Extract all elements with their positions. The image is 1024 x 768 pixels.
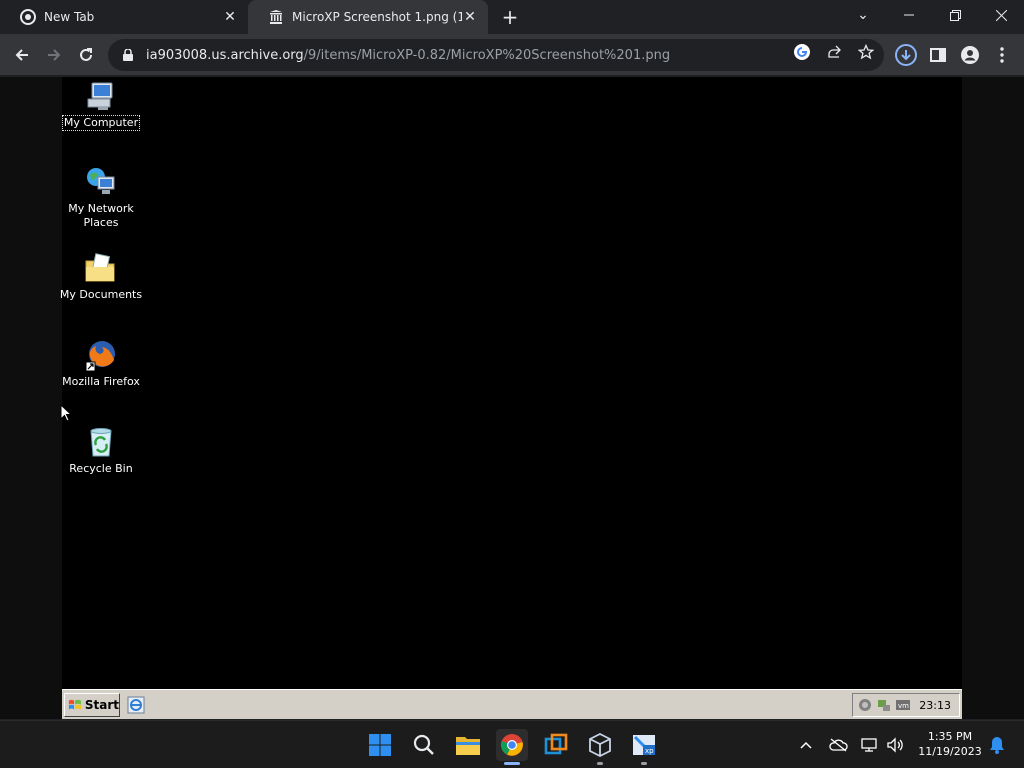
new-tab-button[interactable]: + [498, 5, 522, 29]
download-icon[interactable] [893, 42, 919, 68]
start-windows-logo-icon[interactable] [364, 729, 396, 761]
xp-start-label: Start [84, 698, 119, 712]
desktop-icon-recycle-bin[interactable]: Recycle Bin [56, 425, 146, 476]
lock-icon[interactable] [120, 47, 136, 63]
firefox-icon [85, 341, 115, 372]
my-documents-folder-icon [85, 253, 115, 282]
url-text: ia903008.us.archive.org/9/items/MicroXP-… [146, 47, 671, 63]
archive-org-icon [268, 9, 284, 25]
minimize-button[interactable] [886, 0, 932, 30]
restore-button[interactable] [932, 0, 978, 30]
tab-close-icon[interactable]: ✕ [222, 9, 238, 25]
side-panel-icon[interactable] [925, 42, 951, 68]
internet-explorer-quicklaunch-icon[interactable] [126, 695, 146, 715]
desktop-icon-my-network-places[interactable]: My Network Places [56, 165, 146, 230]
close-window-button[interactable] [978, 0, 1024, 30]
remote-desktop-icon[interactable] [540, 729, 572, 761]
desktop-icon-my-documents[interactable]: My Documents [56, 251, 146, 302]
share-icon[interactable] [824, 42, 844, 62]
svg-text:xp: xp [645, 747, 654, 755]
desktop-icon-mozilla-firefox[interactable]: Mozilla Firefox [56, 338, 146, 389]
desktop-icon-label: My Documents [59, 288, 143, 301]
menu-kebab-icon[interactable] [989, 42, 1015, 68]
microxp-screenshot-image: My Computer My Network Places My Documen… [60, 77, 962, 719]
my-computer-icon [87, 82, 113, 110]
forward-button[interactable] [41, 42, 67, 68]
system-clock[interactable]: 1:35 PM 11/19/2023 [916, 729, 984, 759]
onedrive-offline-icon[interactable] [826, 733, 850, 757]
notification-bell-icon[interactable] [986, 733, 1008, 757]
xp-taskbar: Start vm 23:13 [62, 689, 962, 719]
windows-flag-icon [68, 699, 81, 710]
recycle-bin-icon [90, 428, 112, 457]
google-lens-icon[interactable] [792, 42, 812, 62]
network-icon[interactable] [858, 733, 880, 757]
desktop-icon-label: Recycle Bin [69, 462, 133, 475]
address-bar[interactable]: ia903008.us.archive.org/9/items/MicroXP-… [108, 39, 884, 71]
xp-taskbar-clock: 23:13 [919, 698, 951, 712]
microxp-app-icon[interactable]: xp [628, 729, 660, 765]
desktop-icon-label: My Computer [61, 115, 141, 131]
back-button[interactable] [9, 42, 35, 68]
svg-text:vm: vm [898, 702, 909, 710]
file-explorer-icon[interactable] [452, 729, 484, 761]
tray-vmware-icon[interactable]: vm [895, 697, 911, 713]
tab-microxp-screenshot[interactable]: MicroXP Screenshot 1.png (1666 ✕ [248, 0, 488, 34]
running-app-indicator [597, 762, 603, 765]
windows-taskbar: xp 1:35 PM 11/19/2023 [0, 720, 1024, 768]
search-icon[interactable] [408, 729, 440, 761]
clock-time: 1:35 PM [927, 730, 973, 743]
show-hidden-icons-chevron-icon[interactable] [796, 733, 816, 757]
xp-start-button[interactable]: Start [64, 693, 120, 717]
xp-system-tray: vm 23:13 [852, 693, 960, 717]
profile-avatar-icon[interactable] [957, 42, 983, 68]
chrome-icon [20, 9, 36, 25]
tab-title: New Tab [44, 10, 95, 24]
desktop-icon-label: My Network Places [68, 202, 134, 229]
clock-date: 11/19/2023 [918, 745, 982, 758]
tab-title: MicroXP Screenshot 1.png (1666 [292, 10, 462, 24]
volume-icon[interactable] [884, 733, 906, 757]
tab-new-tab[interactable]: New Tab ✕ [0, 0, 248, 34]
browser-toolbar: ia903008.us.archive.org/9/items/MicroXP-… [0, 34, 1024, 76]
desktop-icon-my-computer[interactable]: My Computer [56, 79, 146, 131]
active-app-indicator [504, 762, 520, 765]
tab-search-chevron-icon[interactable]: ⌄ [840, 0, 886, 30]
running-app-indicator [641, 762, 647, 765]
tray-network-icon[interactable] [876, 697, 892, 713]
page-viewport: My Computer My Network Places My Documen… [0, 77, 1024, 719]
chrome-taskbar-icon[interactable] [496, 729, 528, 765]
reload-button[interactable] [73, 42, 99, 68]
tray-speaker-icon[interactable] [857, 697, 873, 713]
mouse-cursor-icon [60, 404, 72, 422]
virtualbox-icon[interactable] [584, 729, 616, 765]
tab-strip: New Tab ✕ MicroXP Screenshot 1.png (1666… [0, 0, 1024, 34]
tab-close-icon[interactable]: ✕ [462, 9, 478, 25]
bookmark-star-icon[interactable] [856, 42, 876, 62]
desktop-icon-label: Mozilla Firefox [62, 375, 140, 388]
network-places-icon [87, 168, 115, 194]
